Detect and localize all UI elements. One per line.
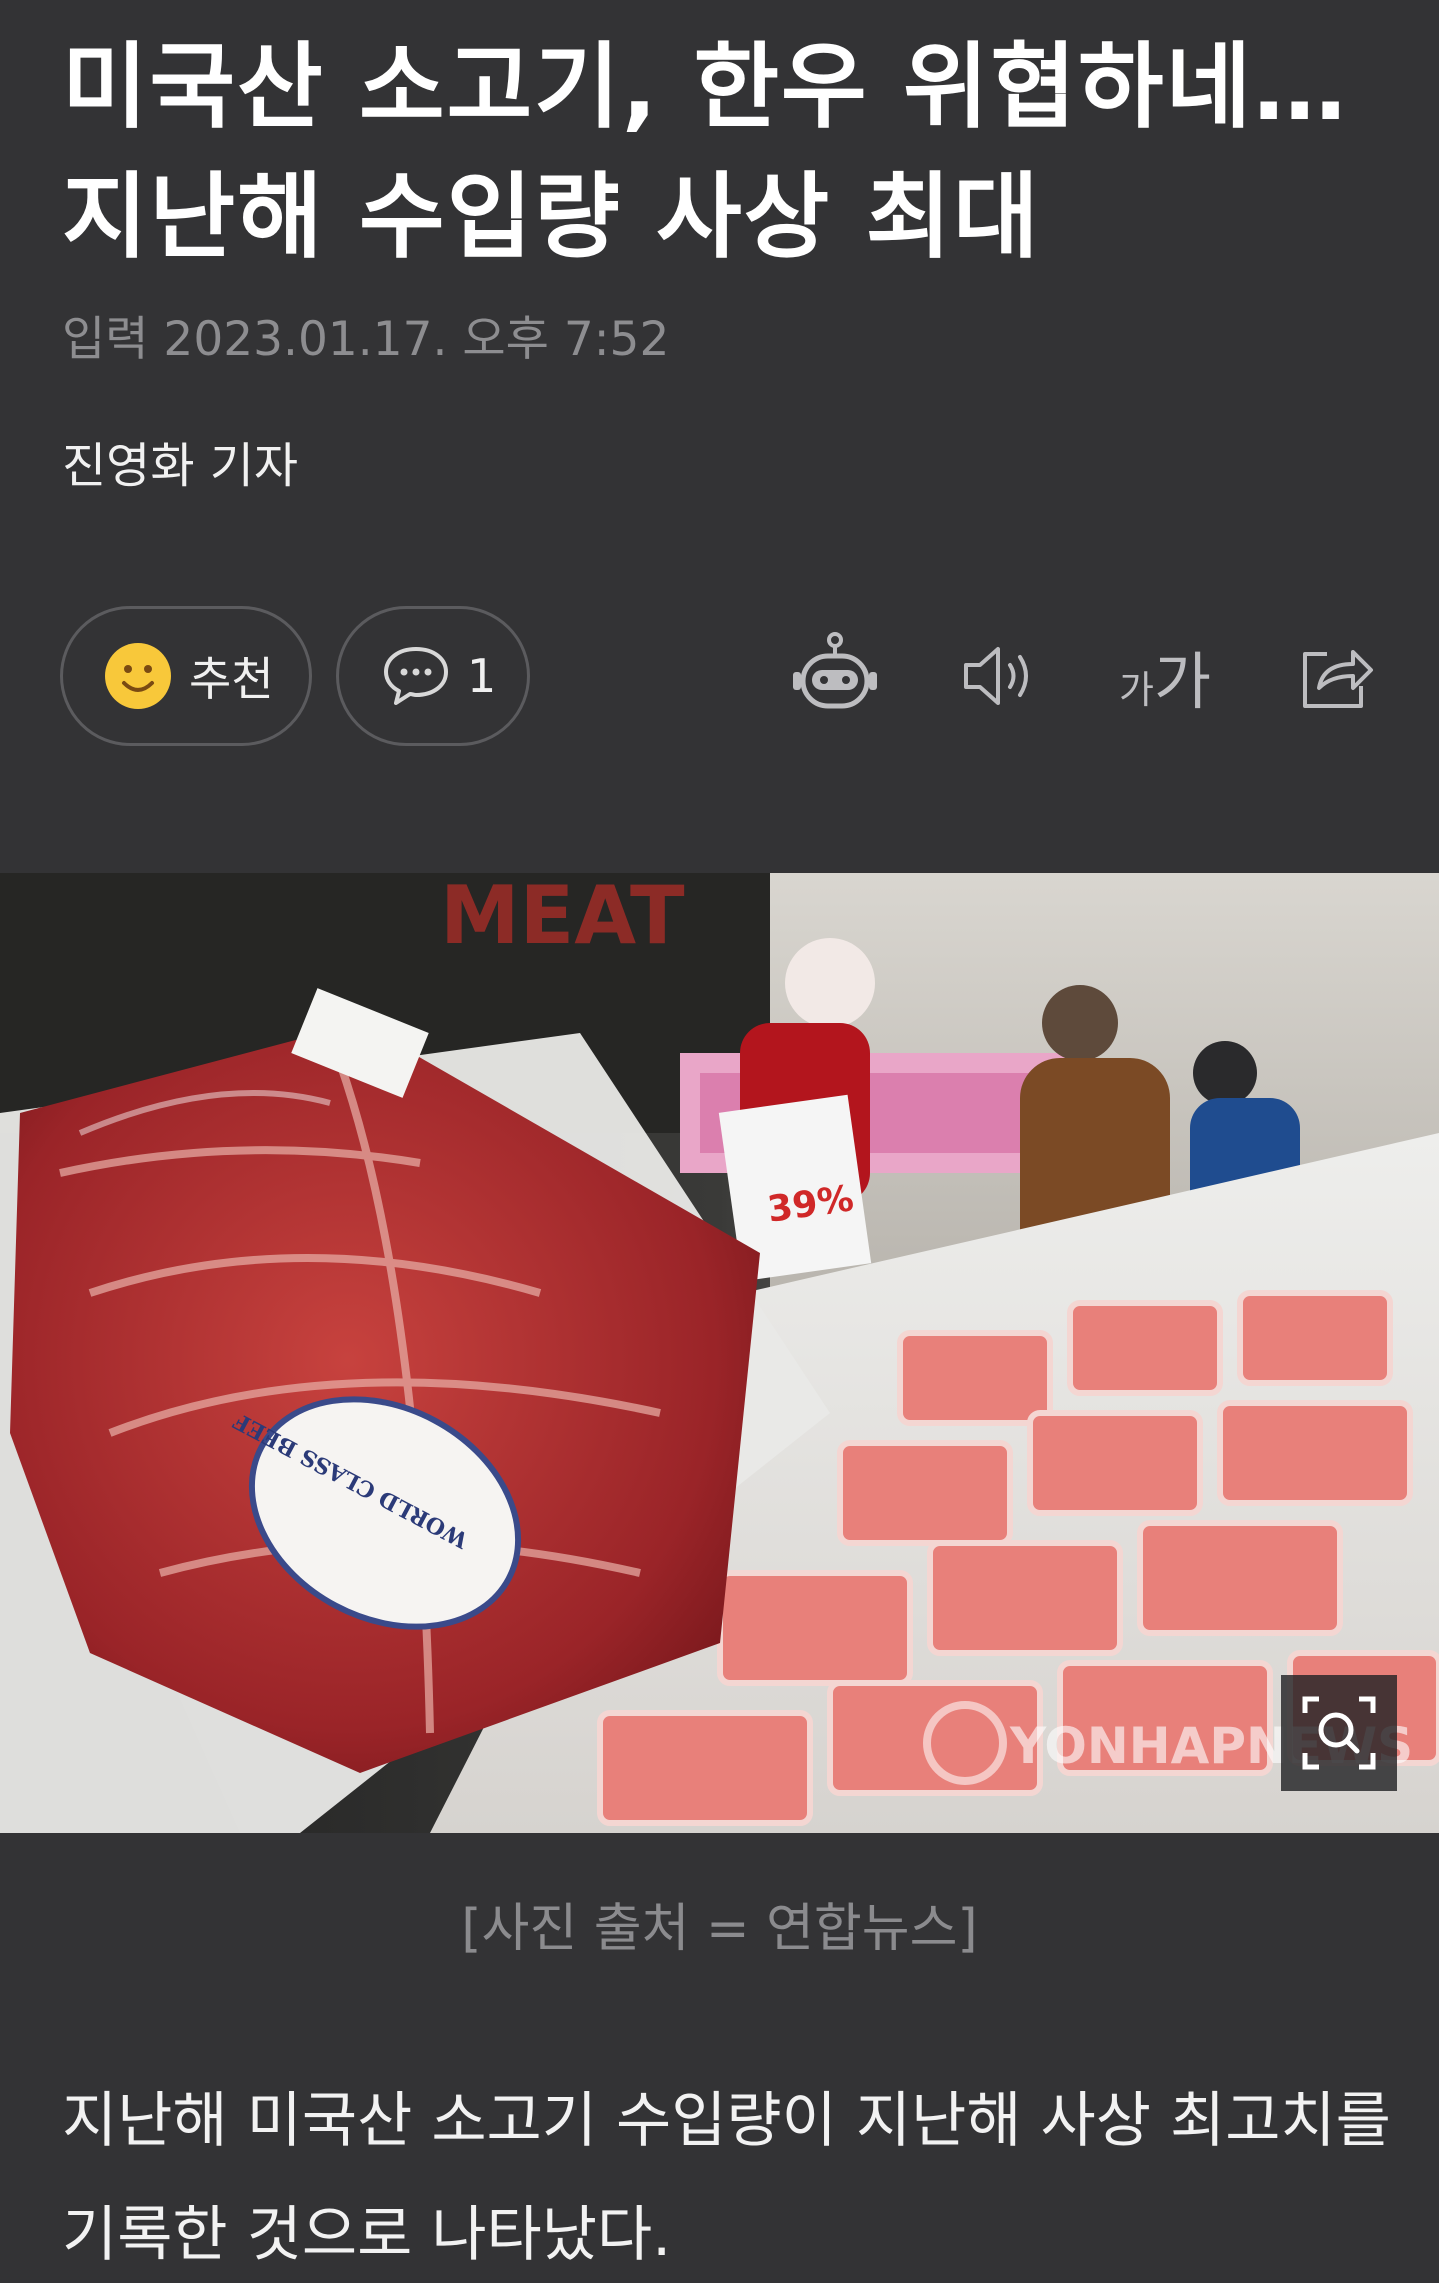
comment-button[interactable]: 1 xyxy=(336,606,530,746)
article-photo[interactable]: MEAT 39% WORLD CLASS BEEF YONHAPNEWS xyxy=(0,873,1439,1833)
publish-date: 입력 2023.01.17. 오후 7:52 xyxy=(62,312,670,367)
robot-summary-icon xyxy=(793,632,877,709)
meat-sign: MEAT xyxy=(440,873,685,962)
font-small-glyph: 가 xyxy=(1118,668,1154,712)
article-headline: 미국산 소고기, 한우 위협하네… 지난해 수입량 사상 최대 xyxy=(62,33,1349,271)
speech-bubble-icon xyxy=(384,647,448,705)
font-size-button[interactable]: 가가 xyxy=(1110,622,1220,730)
article-body-paragraph: 지난해 미국산 소고기 수입량이 지난해 사상 최고치를 기록한 것으로 나타났… xyxy=(62,2086,1391,2270)
comment-count: 1 xyxy=(467,649,497,703)
share-icon xyxy=(1303,650,1373,708)
font-size-icon: 가가 xyxy=(1119,631,1211,721)
beef-photo-illustration: MEAT 39% WORLD CLASS BEEF YONHAPNEWS xyxy=(0,873,1439,1833)
reporter-name[interactable]: 진영화 기자 xyxy=(62,436,298,496)
speaker-icon xyxy=(964,647,1028,705)
recommend-button[interactable]: 추천 xyxy=(60,606,312,746)
zoom-magnifier-icon xyxy=(1302,1696,1376,1770)
photo-zoom-button[interactable] xyxy=(1281,1675,1397,1791)
font-large-glyph: 가 xyxy=(1153,645,1211,718)
photo-caption: [사진 출처 = 연합뉴스] xyxy=(461,1899,978,1959)
summary-bot-button[interactable] xyxy=(785,622,885,730)
recommend-label: 추천 xyxy=(189,652,274,706)
article-page: 미국산 소고기, 한우 위협하네… 지난해 수입량 사상 최대 입력 2023.… xyxy=(0,0,1439,2283)
share-button[interactable] xyxy=(1286,622,1386,730)
audio-read-button[interactable] xyxy=(950,622,1050,730)
smiley-face-icon xyxy=(105,643,171,709)
